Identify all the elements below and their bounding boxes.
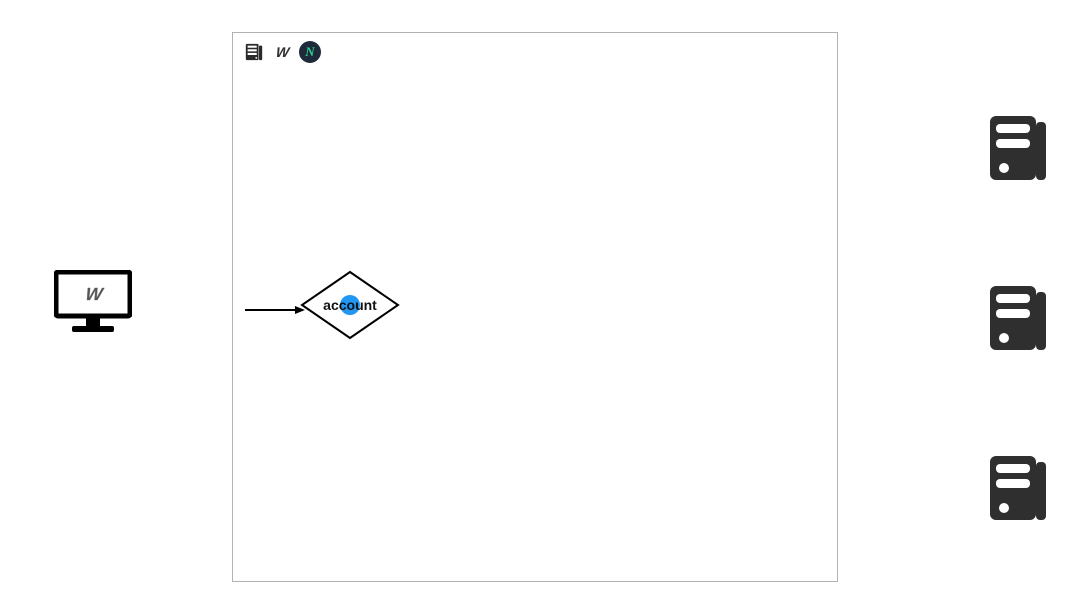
diagram-canvas: W W N — [0, 0, 1080, 608]
server-node-icon — [984, 280, 1050, 360]
n-badge-icon: N — [299, 41, 321, 63]
w-logo-icon: W — [267, 41, 296, 63]
server-cluster — [984, 110, 1050, 530]
decision-node: account — [300, 270, 400, 340]
decision-label: account — [300, 297, 400, 313]
client-monitor-icon: W — [54, 270, 132, 338]
server-rack-icon — [243, 41, 265, 63]
server-node-icon — [984, 450, 1050, 530]
flow-arrow-icon — [245, 301, 305, 309]
box-header-icons: W N — [243, 41, 321, 63]
server-node-icon — [984, 110, 1050, 190]
